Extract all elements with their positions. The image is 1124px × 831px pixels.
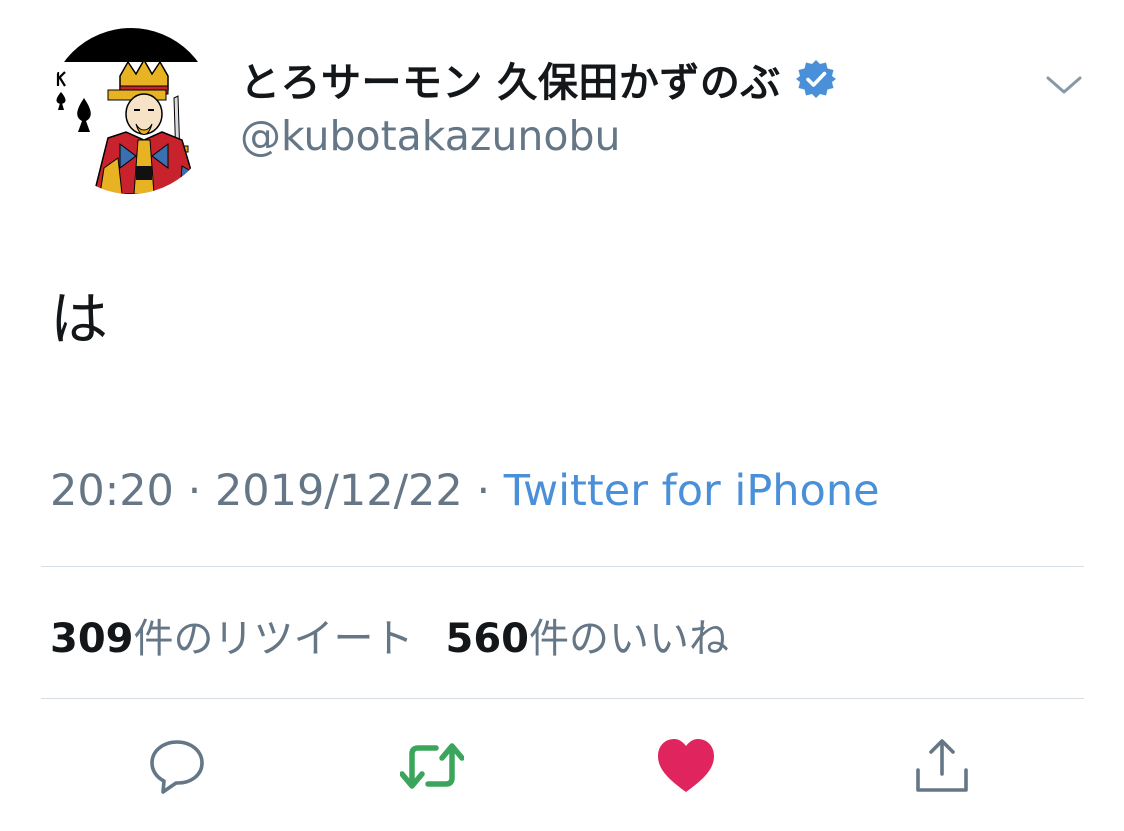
tweet-time: 20:20 [50, 466, 174, 516]
display-name[interactable]: とろサーモン 久保田かずのぶ [240, 50, 837, 108]
likes-count: 560 [445, 616, 530, 662]
retweets-stat[interactable]: 309件のリツイート [50, 616, 414, 662]
tweet-source-link[interactable]: Twitter for iPhone [504, 466, 880, 516]
retweets-label: 件のリツイート [133, 616, 414, 662]
chevron-down-icon[interactable] [1044, 70, 1084, 100]
divider [41, 566, 1084, 567]
share-button[interactable] [912, 736, 972, 796]
retweet-icon [399, 743, 465, 789]
tweet-meta: 20:20 · 2019/12/22 · Twitter for iPhone [50, 466, 880, 516]
verified-badge-icon [795, 58, 837, 100]
display-name-text: とろサーモン 久保田かずのぶ [240, 60, 781, 106]
tweet-date: 2019/12/22 [214, 466, 463, 516]
meta-separator: · [476, 466, 504, 516]
retweet-button[interactable] [399, 736, 465, 796]
reply-icon [150, 740, 204, 794]
share-icon [916, 739, 968, 792]
like-button[interactable] [656, 736, 716, 796]
tweet-text: は [50, 285, 109, 353]
likes-stat[interactable]: 560件のいいね [446, 616, 730, 662]
meta-separator: · [187, 466, 215, 516]
user-handle[interactable]: @kubotakazunobu [240, 112, 621, 160]
tweet-stats: 309件のリツイート 560件のいいね [50, 606, 729, 664]
retweets-count: 309 [50, 616, 134, 662]
divider [41, 698, 1084, 699]
reply-button[interactable] [147, 736, 207, 796]
heart-icon [658, 739, 714, 792]
likes-label: 件のいいね [529, 616, 729, 662]
avatar[interactable] [48, 28, 214, 194]
